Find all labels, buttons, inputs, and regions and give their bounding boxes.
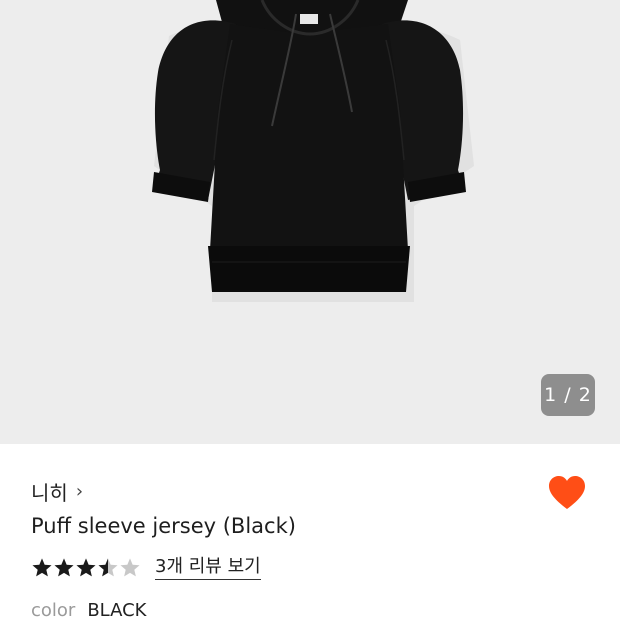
color-label: color	[31, 600, 76, 621]
product-image[interactable]	[0, 0, 620, 444]
brand-link[interactable]: 니히 ›	[31, 477, 83, 506]
product-title: Puff sleeve jersey (Black)	[31, 514, 296, 538]
star-icon	[76, 558, 96, 577]
star-icon	[98, 558, 118, 577]
heart-icon[interactable]	[547, 474, 587, 514]
brand-name[interactable]: 니히	[31, 477, 68, 506]
color-row: color BLACK	[31, 600, 147, 621]
chevron-right-icon: ›	[75, 481, 84, 502]
color-value: BLACK	[87, 600, 147, 621]
product-info-panel: 니히 › Puff sleeve jersey (Black) 3개 리뷰 보기…	[0, 444, 620, 621]
star-icon	[54, 558, 74, 577]
image-page-indicator: 1 / 2	[541, 374, 595, 416]
product-image-gallery[interactable]: 1 / 2	[0, 0, 620, 444]
star-icon	[120, 558, 140, 577]
review-link[interactable]: 3개 리뷰 보기	[155, 556, 261, 580]
star-icon	[32, 558, 52, 577]
star-rating	[31, 557, 141, 579]
rating-row: 3개 리뷰 보기	[31, 556, 261, 580]
